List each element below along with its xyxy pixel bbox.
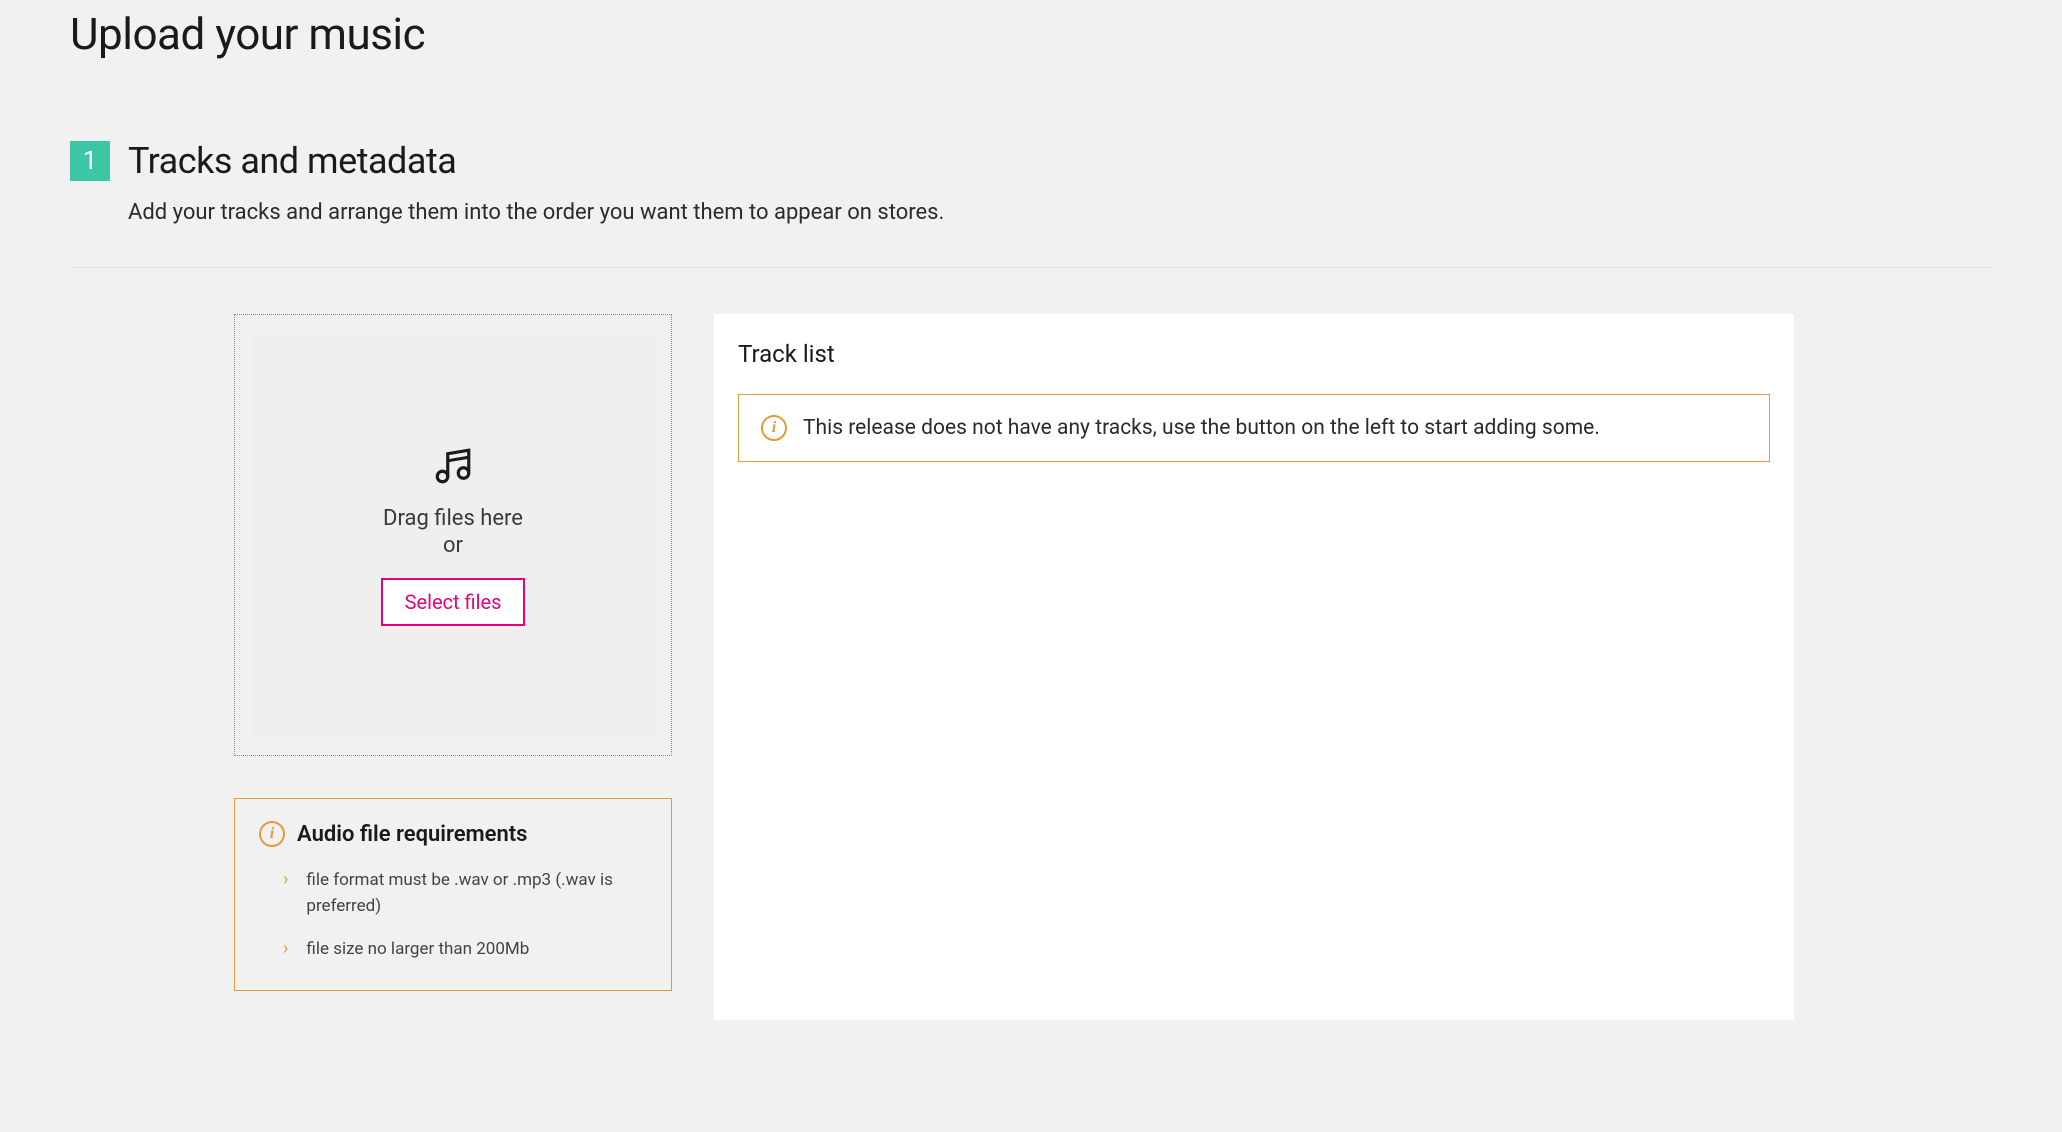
- section-divider: [70, 267, 1992, 268]
- section-title: Tracks and metadata: [128, 140, 456, 182]
- chevron-right-icon: ›: [283, 936, 288, 961]
- requirements-box: i Audio file requirements › file format …: [234, 798, 672, 991]
- requirement-item: › file size no larger than 200Mb: [259, 936, 647, 962]
- music-note-icon: [432, 445, 474, 491]
- info-icon: i: [761, 415, 787, 441]
- requirements-title: Audio file requirements: [297, 822, 527, 847]
- notice-text: This release does not have any tracks, u…: [803, 416, 1600, 440]
- chevron-right-icon: ›: [283, 867, 288, 892]
- info-icon: i: [259, 821, 285, 847]
- upload-dropzone[interactable]: Drag files here or Select files: [234, 314, 672, 756]
- requirements-header: i Audio file requirements: [259, 821, 647, 847]
- section-description: Add your tracks and arrange them into th…: [128, 200, 1992, 225]
- step-number-badge: 1: [70, 141, 110, 181]
- select-files-button[interactable]: Select files: [381, 578, 526, 626]
- dropzone-inner: Drag files here or Select files: [251, 331, 655, 739]
- section-header: 1 Tracks and metadata: [70, 140, 1992, 182]
- drag-line-1: Drag files here: [383, 506, 523, 531]
- empty-tracklist-notice: i This release does not have any tracks,…: [738, 394, 1770, 462]
- tracklist-panel: Track list i This release does not have …: [714, 314, 1794, 1020]
- requirement-item: › file format must be .wav or .mp3 (.wav…: [259, 867, 647, 920]
- requirement-text: file size no larger than 200Mb: [306, 936, 529, 962]
- page-title: Upload your music: [70, 0, 1992, 60]
- left-column: Drag files here or Select files i Audio …: [234, 314, 672, 991]
- tracklist-title: Track list: [738, 340, 1770, 368]
- requirement-text: file format must be .wav or .mp3 (.wav i…: [306, 867, 647, 920]
- content-row: Drag files here or Select files i Audio …: [234, 314, 1992, 1020]
- drag-instruction: Drag files here or: [383, 505, 523, 560]
- drag-line-2: or: [443, 533, 463, 558]
